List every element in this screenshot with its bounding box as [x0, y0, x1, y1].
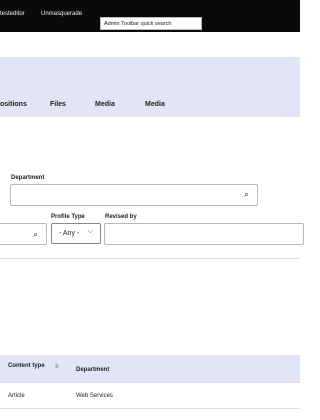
search-icon[interactable]: ⌕ — [244, 189, 249, 200]
row-separator — [0, 382, 300, 383]
tab-media-2[interactable]: Media — [145, 101, 165, 108]
page-header — [0, 57, 300, 117]
profile-type-select[interactable]: - Any - ⌵ — [51, 223, 101, 244]
keyword-field[interactable] — [0, 223, 47, 245]
toolbar-unmasquerade-link[interactable]: Unmasquerade — [41, 11, 82, 17]
sort-icon[interactable]: ≡ — [55, 364, 59, 370]
profile-type-label: Profile Type — [51, 214, 85, 220]
revised-by-field[interactable] — [104, 223, 304, 245]
profile-type-value: - Any - — [59, 230, 80, 237]
tab-positions[interactable]: ositions — [0, 101, 27, 108]
admin-toolbar: testeditor Unmasquerade — [0, 0, 300, 32]
department-field[interactable] — [10, 184, 258, 206]
column-header-content-type[interactable]: Content type — [8, 362, 48, 370]
revised-by-label: Revised by — [105, 214, 137, 220]
search-icon[interactable]: ⌕ — [33, 229, 38, 240]
cell-content-type: Article — [8, 393, 25, 399]
filters-bottom-border — [0, 258, 300, 259]
cell-department: Web Services — [76, 393, 113, 399]
toolbar-user-link[interactable]: testeditor — [0, 11, 25, 17]
department-label: Department — [11, 175, 45, 181]
tab-media[interactable]: Media — [95, 101, 115, 108]
chevron-down-icon: ⌵ — [87, 228, 93, 235]
column-header-department[interactable]: Department — [76, 366, 109, 374]
tab-files[interactable]: Files — [50, 101, 66, 108]
row-separator — [0, 408, 300, 409]
toolbar-quick-search-input[interactable] — [100, 17, 202, 30]
